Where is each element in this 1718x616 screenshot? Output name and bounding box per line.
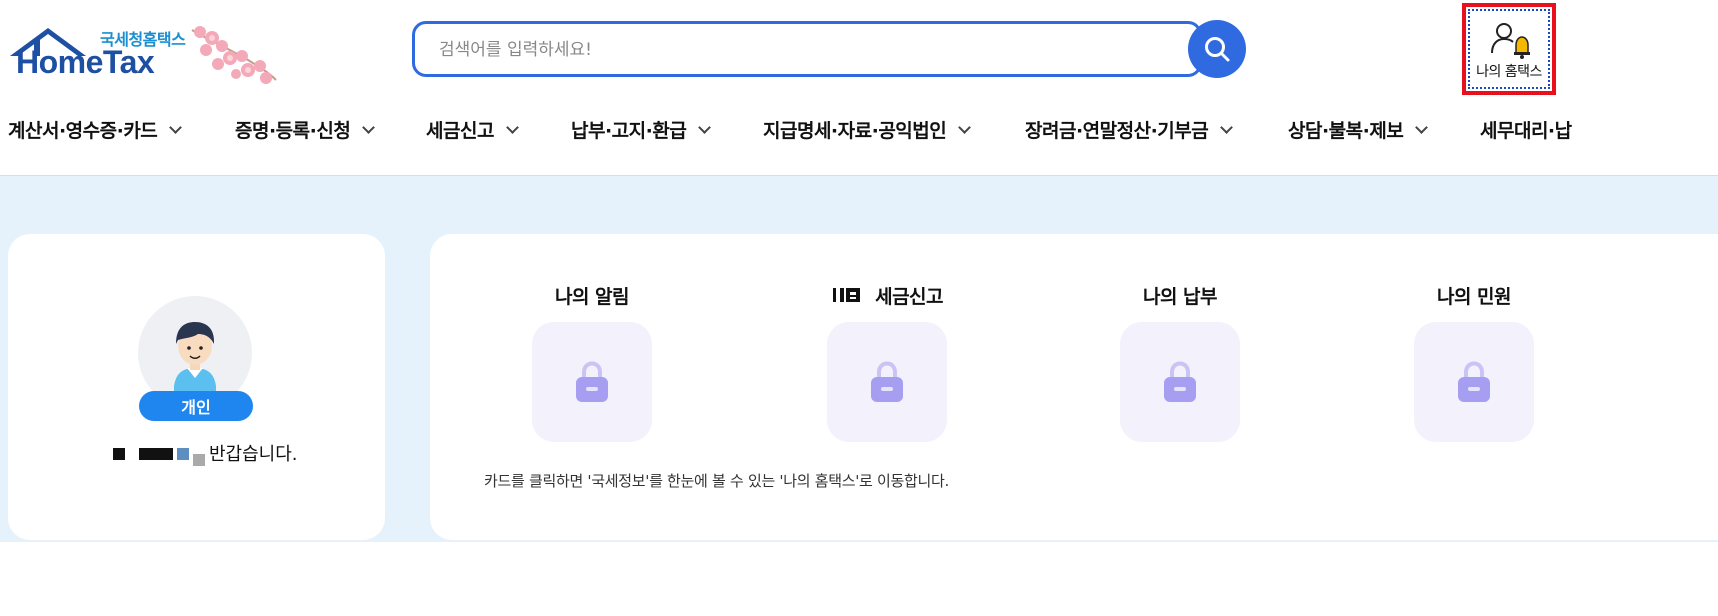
- search-bar: [412, 20, 1246, 78]
- lock-icon: [1164, 361, 1196, 402]
- masked-text-block: [832, 288, 860, 302]
- card-my-civil-petitions[interactable]: 나의 민원: [1394, 282, 1554, 442]
- card-title: 나의 납부: [1142, 286, 1218, 308]
- card-my-payments[interactable]: 나의 납부: [1100, 282, 1260, 442]
- masked-name-block: [193, 454, 205, 466]
- card-title: 나의 민원: [1436, 286, 1512, 308]
- card-title: 나의 알림: [554, 286, 630, 308]
- chevron-down-icon: [1220, 120, 1234, 134]
- nav-item-label: 지급명세·자료·공익법인: [763, 120, 947, 142]
- card-tile[interactable]: [827, 322, 947, 442]
- chevron-down-icon: [506, 120, 519, 134]
- card-title: 세금신고: [807, 282, 967, 308]
- chevron-down-icon: [698, 120, 712, 134]
- greeting-suffix: 반갑습니다.: [209, 444, 298, 465]
- nav-item-label: 세무대리·납: [1480, 120, 1572, 142]
- nav-item-incentive-yearend[interactable]: 장려금·연말정산·기부금: [1025, 116, 1234, 143]
- hometax-logo[interactable]: 국세청홈택스 HomeTax: [8, 18, 278, 88]
- my-hometax-label: 나의 홈택스: [1476, 64, 1542, 80]
- card-tax-filing[interactable]: 세금신고: [807, 282, 967, 442]
- header: 국세청홈택스 HomeTax 검색어를 입력하세요! 나의 홈택스: [0, 0, 1718, 100]
- nav-item-label: 증명·등록·신청: [235, 120, 351, 142]
- lock-icon: [871, 361, 903, 402]
- chevron-down-icon: [362, 120, 376, 134]
- search-icon: [1205, 37, 1230, 62]
- nav-item-label: 계산서·영수증·카드: [8, 120, 158, 142]
- my-hometax-focus-ring: 나의 홈택스: [1468, 9, 1550, 89]
- nav-item-label: 상담·불복·제보: [1288, 120, 1404, 142]
- nav-item-label: 세금신고: [426, 120, 494, 142]
- nav-item-consult-appeal[interactable]: 상담·불복·제보: [1288, 116, 1429, 143]
- lock-icon: [1458, 361, 1490, 402]
- nav-item-payment-statement[interactable]: 지급명세·자료·공익법인: [763, 116, 972, 143]
- chevron-down-icon: [958, 120, 972, 134]
- masked-name-block: [113, 448, 125, 460]
- masked-name-block: [139, 448, 173, 460]
- card-tile[interactable]: [532, 322, 652, 442]
- card-my-notifications[interactable]: 나의 알림: [512, 282, 672, 442]
- my-hometax-button[interactable]: 나의 홈택스: [1462, 3, 1556, 95]
- search-box: [412, 21, 1202, 77]
- card-tile[interactable]: [1414, 322, 1534, 442]
- greeting-text: 반갑습니다.: [113, 440, 298, 466]
- main-nav: 계산서·영수증·카드 증명·등록·신청 세금신고 납부·고지·환급 지급명세·자…: [0, 100, 1718, 176]
- card-title-text: 세금신고: [875, 286, 944, 308]
- card-tile[interactable]: [1120, 322, 1240, 442]
- chevron-down-icon: [1415, 120, 1429, 134]
- nav-item-label: 납부·고지·환급: [571, 120, 687, 142]
- user-bell-icon: [1491, 23, 1530, 59]
- masked-name-block: [177, 448, 189, 460]
- nav-item-payment-refund[interactable]: 납부·고지·환급: [571, 116, 712, 143]
- nav-item-invoice-receipt-card[interactable]: 계산서·영수증·카드: [8, 116, 183, 143]
- search-button[interactable]: [1188, 20, 1246, 78]
- user-type-badge: 개인: [139, 391, 253, 421]
- profile-card: 개인 반갑습니다.: [8, 234, 385, 540]
- search-input[interactable]: [439, 36, 1159, 64]
- nav-item-label: 장려금·연말정산·기부금: [1025, 120, 1209, 142]
- my-hometax-cards-panel: 나의 알림 세금신고 나의 납부 나의 민원 카드를 클릭하면 '국세정보'를 …: [430, 234, 1718, 540]
- cherry-blossom-icon: [191, 26, 277, 84]
- chevron-down-icon: [169, 120, 183, 134]
- lock-icon: [576, 361, 608, 402]
- page-bottom-area: [0, 542, 1718, 616]
- nav-item-tax-filing[interactable]: 세금신고: [426, 116, 519, 143]
- cards-help-note: 카드를 클릭하면 '국세정보'를 한눈에 볼 수 있는 '나의 홈택스'로 이동…: [484, 472, 949, 490]
- main-content: 개인 반갑습니다. 나의 알림 세금신고 나의 납부 나의 민원 카드를 클릭하…: [0, 176, 1718, 542]
- logo-title: HomeTax: [16, 44, 155, 80]
- nav-item-certificate-registration[interactable]: 증명·등록·신청: [235, 116, 376, 143]
- nav-item-tax-agent[interactable]: 세무대리·납: [1480, 116, 1572, 143]
